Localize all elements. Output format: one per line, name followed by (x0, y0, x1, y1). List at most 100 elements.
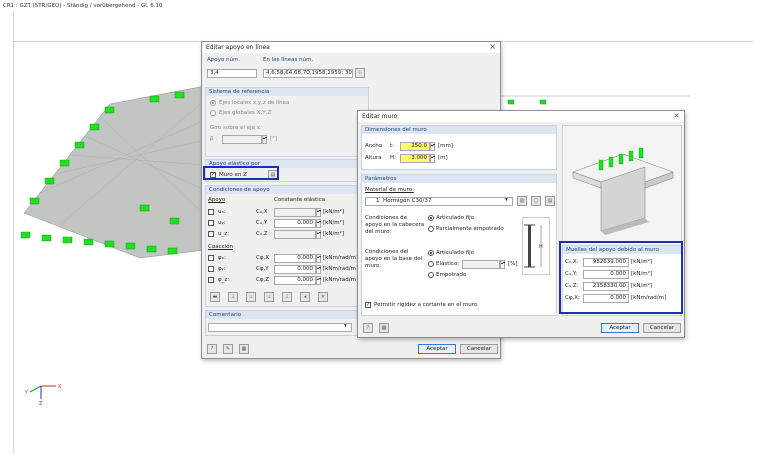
phiy-unit: [kNm/rad/m] (323, 266, 359, 272)
chevron-down-icon[interactable]: ▾ (344, 323, 347, 329)
svg-text:H: H (539, 244, 543, 250)
muro-cancel-button[interactable]: Cancelar (643, 323, 681, 333)
ejes-locales-radio[interactable] (210, 100, 216, 106)
dimensiones-header: Dimensiones del muro (362, 126, 556, 134)
help-icon[interactable]: ? (363, 323, 373, 333)
support-roller-icon[interactable]: ⊥ (264, 292, 274, 302)
altura-spinner[interactable]: ▴▾ (430, 154, 435, 163)
altura-field[interactable]: 3.000 (400, 154, 430, 163)
new-material-icon[interactable]: □ (531, 196, 541, 206)
support-sliding-icon[interactable]: ⊥ (282, 292, 292, 302)
phix-checkbox[interactable] (208, 255, 214, 261)
material-value: Hormigón C30/37 (383, 198, 432, 204)
support-free-icon[interactable]: ▬ (210, 292, 220, 302)
apoyo-cancel-button[interactable]: Cancelar (460, 344, 498, 354)
altura-symbol: H: (390, 155, 396, 161)
uy-checkbox[interactable] (208, 220, 214, 226)
pick-lines-icon[interactable]: ⊹ (355, 68, 365, 78)
chevron-down-icon[interactable]: ▾ (505, 197, 508, 203)
cab-articulado-radio[interactable] (428, 215, 434, 221)
ancho-symbol: t: (390, 143, 395, 149)
uz-spinner[interactable]: ▴▾ (316, 230, 321, 239)
coaccion-label: Coacción (208, 244, 234, 250)
phiy-label: φᵧ: (218, 266, 226, 272)
close-icon[interactable]: × (673, 111, 680, 120)
support-fixed-icon[interactable]: ⊥ (246, 292, 256, 302)
ux-checkbox[interactable] (208, 209, 214, 215)
phiy-const-label: Cφ,Y (256, 266, 269, 272)
uy-spinner[interactable]: ▴▾ (316, 219, 321, 228)
apoyo-header-section: Apoyo núm. 3,4 En las líneas núm. 4,6,58… (205, 56, 369, 84)
uy-field[interactable]: 0.000 (274, 219, 316, 228)
apoyo-num-field[interactable]: 3,4 (207, 69, 257, 78)
edit-icon[interactable]: ✎ (223, 344, 233, 354)
phiz-const-label: Cφ,Z (256, 277, 269, 283)
support-hinged-icon[interactable]: ⊥ (228, 292, 238, 302)
phiy-spinner[interactable]: ▴▾ (316, 265, 321, 274)
support-rotate-icon[interactable]: ◂ (300, 292, 310, 302)
slab-mesh (23, 85, 206, 259)
base-elastico-spinner[interactable]: ▴▾ (500, 260, 505, 269)
apoyo-ok-button[interactable]: Aceptar (418, 344, 456, 354)
phiz-spinner[interactable]: ▴▾ (316, 276, 321, 285)
material-select[interactable]: 1 Hormigón C30/37 (365, 197, 513, 206)
uz-checkbox[interactable] (208, 231, 214, 237)
base-elastico-radio[interactable] (428, 261, 434, 267)
base-label: Condiciones del apoyo en la base del mur… (365, 249, 423, 269)
muro-checkbox-highlight (203, 166, 279, 180)
close-icon[interactable]: × (489, 42, 496, 51)
support-clear-icon[interactable]: ✕ (318, 292, 328, 302)
base-elastico-label: Elástico: (436, 261, 460, 267)
units-icon[interactable]: ▦ (239, 344, 249, 354)
uy-unit: [kN/m²] (323, 220, 345, 226)
col-constante-label: Constante elástica (274, 197, 326, 203)
beta-spinner[interactable]: ▴▾ (262, 135, 267, 144)
base-empotrado-radio[interactable] (428, 272, 434, 278)
ejes-globales-radio[interactable] (210, 110, 216, 116)
help-icon[interactable]: ? (207, 344, 217, 354)
apoyo-dialog-titlebar: Editar apoyo en línea × (202, 42, 500, 53)
muelles-highlight (559, 241, 683, 314)
ancho-spinner[interactable]: ▴▾ (430, 142, 435, 151)
axis-triad (29, 385, 56, 399)
sistema-section: Sistema de referencia Ejes locales x,y,z… (205, 87, 369, 157)
base-articulado-label: Articulado fijo (436, 250, 475, 256)
phiz-field[interactable]: 0.000 (274, 276, 316, 285)
uy-const-label: Cᵤ,Y (256, 220, 268, 226)
lineas-field[interactable]: 4,6,58,64,68,70,1958,1959; 30,1 (263, 69, 353, 78)
cabecera-label: Condiciones de apoyo en la cabecera del … (365, 215, 425, 235)
edit-material-icon[interactable]: ▤ (545, 196, 555, 206)
uz-unit: [kN/m²] (323, 231, 345, 237)
ux-spinner[interactable]: ▴▾ (316, 208, 321, 217)
ux-const-label: Cᵤ,X (256, 209, 268, 215)
uy-label: uᵧ: (218, 220, 226, 226)
beta-field[interactable] (222, 135, 262, 144)
phix-field[interactable]: 0.000 (274, 254, 316, 263)
giro-label: Giro sobre el eje x: (210, 125, 262, 131)
muro-dialog-title: Editar muro (362, 113, 398, 120)
units-icon[interactable]: ▦ (379, 323, 389, 333)
comentario-header: Comentario (206, 311, 368, 319)
phiy-field[interactable]: 0.000 (274, 265, 316, 274)
uz-label: u_z: (218, 231, 229, 237)
ux-field[interactable] (274, 208, 316, 217)
axis-y-label: Y (24, 390, 29, 396)
base-elastico-field[interactable] (462, 260, 500, 269)
muro-dialog-titlebar: Editar muro × (358, 111, 684, 122)
phix-spinner[interactable]: ▴▾ (316, 254, 321, 263)
comentario-input[interactable] (208, 323, 352, 332)
phiy-checkbox[interactable] (208, 266, 214, 272)
base-elastico-unit: [%] (508, 261, 518, 267)
material-library-icon[interactable]: ▥ (517, 196, 527, 206)
phiz-checkbox[interactable] (208, 277, 214, 283)
ux-label: uₓ: (218, 209, 226, 215)
lineas-label: En las líneas núm. (263, 57, 314, 63)
base-articulado-radio[interactable] (428, 250, 434, 256)
beta-label: β : (210, 136, 218, 142)
uz-field[interactable] (274, 230, 316, 239)
cab-parcial-radio[interactable] (428, 226, 434, 232)
ancho-label: Ancho (365, 143, 383, 149)
rigidez-checkbox[interactable]: ✓ (365, 302, 371, 308)
muro-ok-button[interactable]: Aceptar (601, 323, 639, 333)
ancho-field[interactable]: 250.0 (400, 142, 430, 151)
